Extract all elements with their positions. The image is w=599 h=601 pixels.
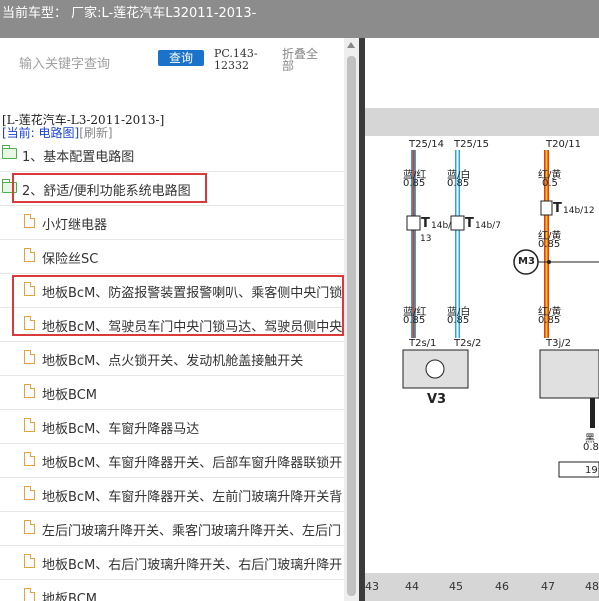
tree-item[interactable]: 地板BcM、车窗升降器马达: [0, 409, 344, 444]
pin-label: T3j/2: [546, 338, 571, 349]
tree-item[interactable]: 地板BcM、车窗升降器开关、后部车窗升降器联锁开: [0, 443, 344, 478]
file-icon: [24, 554, 35, 568]
pin-label: T25/15: [454, 139, 489, 150]
tree-item-label: 左后门玻璃升降开关、乘客门玻璃升降开关、左后门: [42, 524, 342, 539]
wire-size-label: 0.85: [538, 315, 561, 326]
connector-sub: 14b/7: [475, 221, 501, 231]
collapse-all-link[interactable]: 折叠全 部: [282, 48, 326, 72]
folder-icon: [2, 145, 17, 159]
tree-item-label: 保险丝SC: [42, 252, 99, 267]
pin-label: T2s/1: [409, 338, 437, 349]
circuit-diagram[interactable]: T25/14 T25/15 T20/11 蓝/红 0.85 蓝/白 0.85 红…: [365, 38, 599, 601]
scroll-up-arrow-icon[interactable]: [347, 42, 355, 48]
wiring-diagram-svg: [365, 108, 599, 478]
tree-item-label: 地板BcM、右后门玻璃升降开关、右后门玻璃升降开: [42, 558, 343, 573]
ground-box-label: 19: [585, 465, 598, 476]
query-button[interactable]: 查询: [158, 50, 204, 66]
pc-code-line2: 12332: [214, 59, 249, 72]
motor-symbol: [425, 359, 445, 379]
ruler-number: 45: [449, 580, 463, 593]
tree-item[interactable]: 地板BcM、右后门玻璃升降开关、右后门玻璃升降开: [0, 545, 344, 580]
pin-label: T2s/2: [454, 338, 482, 349]
file-icon: [24, 384, 35, 398]
wire-size-label: 0.85: [403, 178, 426, 189]
tree-item-label: 地板BCM: [42, 388, 97, 403]
connector-sub: 14b/: [431, 221, 452, 231]
pin-label: T25/14: [409, 139, 444, 150]
ruler-number: 44: [405, 580, 419, 593]
connector-label: T: [553, 201, 562, 216]
component-box: [539, 349, 599, 399]
ruler-number: 48: [585, 580, 599, 593]
collapse-all-line2: 部: [282, 59, 295, 73]
highlight-box-folder: [12, 173, 207, 203]
diagram-header-band: [365, 108, 599, 136]
wire-size-label: 0.85: [538, 239, 561, 250]
file-icon: [24, 350, 35, 364]
junction-dot: [547, 260, 551, 264]
connector-label: T: [421, 216, 430, 231]
file-icon: [24, 520, 35, 534]
file-icon: [24, 418, 35, 432]
connector-box: [450, 215, 465, 231]
tree-panel: 输入关键字查询 查询 PC.143- 12332 折叠全 部 [L-莲花汽车-L…: [0, 38, 344, 601]
tree-item-label: 地板BcM、车窗升降器马达: [42, 422, 200, 437]
tree-item[interactable]: 地板BcM、车窗升降器开关、左前门玻璃升降开关背: [0, 477, 344, 512]
tree-item-label: 小灯继电器: [42, 218, 108, 233]
tree-item-label: 1、基本配置电路图: [22, 150, 135, 165]
tree-item[interactable]: 地板BCM: [0, 375, 344, 410]
tree-item[interactable]: 地板BCM: [0, 579, 344, 601]
wire-black: [590, 398, 595, 428]
ruler-number: 43: [365, 580, 379, 593]
connector-number: 13: [420, 234, 432, 244]
connector-sub: 14b/12: [563, 206, 595, 216]
v3-label: V3: [427, 392, 447, 407]
file-icon: [24, 214, 35, 228]
ruler-number: 47: [541, 580, 555, 593]
column-ruler: 43 44 45 46 47 48: [365, 573, 599, 601]
tree-item[interactable]: 地板BcM、点火锁开关、发动机舱盖接触开关: [0, 341, 344, 376]
file-icon: [24, 452, 35, 466]
ruler-number: 46: [495, 580, 509, 593]
title-bar: 当前车型： 厂家:L-莲花汽车L32011-2013-: [0, 0, 599, 38]
tree-folder-1[interactable]: 1、基本配置电路图: [0, 137, 344, 172]
pc-code: PC.143- 12332: [214, 48, 270, 72]
pin-label: T20/11: [546, 139, 581, 150]
search-input[interactable]: 输入关键字查询: [19, 53, 110, 72]
connector-box: [540, 200, 553, 216]
file-icon: [24, 486, 35, 500]
wire-size-label: 0.85: [447, 315, 470, 326]
tree-item-label: 地板BcM、车窗升降器开关、左前门玻璃升降开关背: [42, 490, 343, 505]
connector-label: T: [465, 216, 474, 231]
wire-size-label: 0.8: [583, 442, 599, 453]
file-icon: [24, 248, 35, 262]
connector-box: [406, 215, 421, 231]
wire-size-label: 0.5: [542, 178, 558, 189]
current-model-title: 当前车型： 厂家:L-莲花汽车L32011-2013-: [2, 6, 257, 21]
highlight-box-items: [12, 275, 344, 336]
wire-size-label: 0.85: [403, 315, 426, 326]
tree-item-label: 地板BcM、点火锁开关、发动机舱盖接触开关: [42, 354, 304, 369]
scrollbar-thumb[interactable]: [347, 56, 356, 596]
motor-m3-label: M3: [518, 256, 535, 267]
tree-item-label: 地板BCM: [42, 592, 97, 601]
tree-item[interactable]: 保险丝SC: [0, 239, 344, 274]
tree-item[interactable]: 左后门玻璃升降开关、乘客门玻璃升降开关、左后门: [0, 511, 344, 546]
file-icon: [24, 588, 35, 601]
tree-item-label: 地板BcM、车窗升降器开关、后部车窗升降器联锁开: [42, 456, 343, 471]
wire-size-label: 0.85: [447, 178, 470, 189]
tree-scrollbar[interactable]: [344, 38, 359, 601]
tree-item[interactable]: 小灯继电器: [0, 205, 344, 240]
